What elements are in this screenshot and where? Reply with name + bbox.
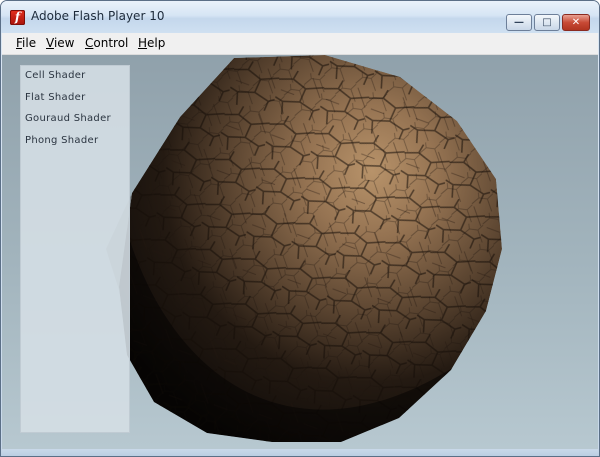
- flash-player-window: f Adobe Flash Player 10 — □ ✕ File View …: [0, 0, 600, 457]
- shader-menu-panel: Cell Shader Flat Shader Gouraud Shader P…: [20, 65, 130, 433]
- gouraud-shader-option[interactable]: Gouraud Shader: [25, 113, 111, 124]
- title-bar[interactable]: f Adobe Flash Player 10 — □ ✕: [1, 1, 599, 33]
- maximize-button[interactable]: □: [534, 14, 560, 31]
- flash-player-icon[interactable]: f: [10, 10, 25, 25]
- flash-stage[interactable]: Cell Shader Flat Shader Gouraud Shader P…: [2, 55, 598, 449]
- window-bottom-border: [1, 449, 599, 456]
- menu-help[interactable]: Help: [138, 36, 165, 50]
- menu-control[interactable]: Control: [85, 36, 128, 50]
- menu-view[interactable]: View: [46, 36, 74, 50]
- maximize-icon: □: [542, 17, 552, 28]
- flat-shader-option[interactable]: Flat Shader: [25, 92, 85, 103]
- window-title: Adobe Flash Player 10: [31, 9, 165, 23]
- menu-file[interactable]: File: [16, 36, 36, 50]
- flash-icon-glyph: f: [14, 10, 21, 24]
- minimize-icon: —: [514, 17, 524, 28]
- menu-bar: File View Control Help: [2, 33, 598, 55]
- close-button[interactable]: ✕: [562, 14, 590, 31]
- phong-shader-option[interactable]: Phong Shader: [25, 135, 98, 146]
- close-icon: ✕: [571, 17, 581, 28]
- cell-shader-option[interactable]: Cell Shader: [25, 70, 86, 81]
- minimize-button[interactable]: —: [506, 14, 532, 31]
